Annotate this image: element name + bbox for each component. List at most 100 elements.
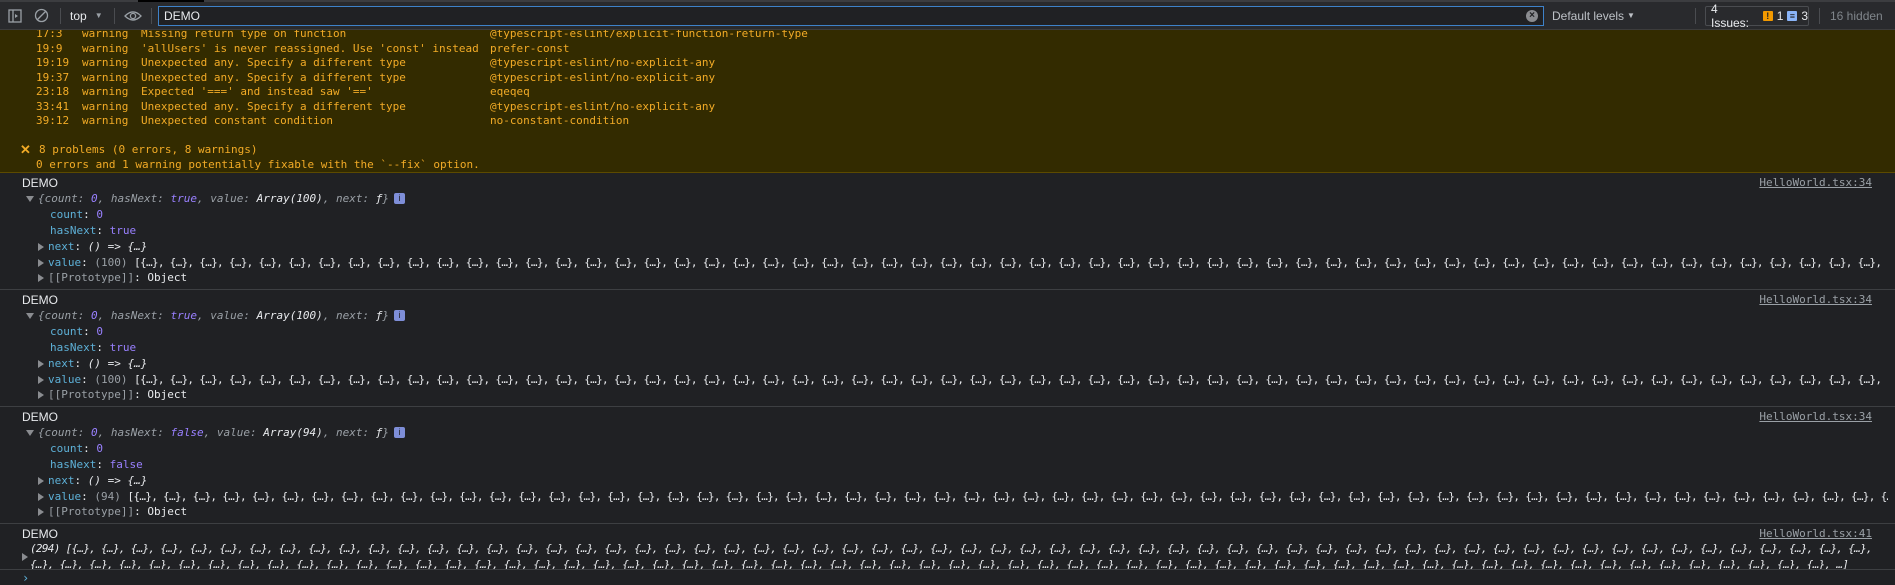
source-link[interactable]: HelloWorld.tsx:34 [1759, 175, 1872, 191]
console-message: DEMO HelloWorld.tsx:34 {count: 0, hasNext:… [0, 290, 1895, 407]
lint-level: warning [82, 85, 129, 98]
expanded-triangle-icon[interactable] [26, 429, 34, 436]
divider [151, 8, 152, 24]
lint-message: 'allUsers' is never reassigned. Use 'con… [141, 41, 479, 55]
lint-message: Unexpected constant condition [141, 114, 334, 127]
context-selector[interactable]: top ▼ [70, 2, 103, 29]
console-prompt-icon[interactable]: › [22, 571, 29, 585]
property-hasnext: hasNext: true [50, 340, 137, 354]
collapsed-triangle-icon[interactable] [38, 508, 44, 517]
error-x-icon: ✕ [20, 142, 31, 157]
lint-level: warning [82, 114, 129, 127]
preview-value: Array(94) [263, 425, 323, 439]
sidebar-toggle-icon[interactable] [8, 2, 22, 29]
source-link[interactable]: HelloWorld.tsx:34 [1759, 409, 1872, 425]
property-next[interactable]: next: () => {…} [38, 356, 147, 372]
collapsed-triangle-icon[interactable] [38, 476, 44, 485]
collapsed-triangle-icon[interactable] [38, 492, 44, 501]
property-hasnext: hasNext: true [50, 223, 137, 237]
property-value[interactable]: value: (100) [{…}, {…}, {…}, {…}, {…}, {… [38, 255, 1888, 271]
property-prototype[interactable]: [[Prototype]]: Object [38, 504, 187, 520]
lint-level: warning [82, 56, 129, 69]
property-value[interactable]: value: (94) [{…}, {…}, {…}, {…}, {…}, {…… [38, 489, 1888, 505]
chevron-down-icon: ▼ [1627, 11, 1635, 20]
collapsed-triangle-icon[interactable] [38, 359, 44, 368]
source-link[interactable]: HelloWorld.tsx:34 [1759, 292, 1872, 308]
preview-hasnext: false [170, 425, 204, 439]
lint-position: 19:9 [36, 41, 63, 55]
property-prototype[interactable]: [[Prototype]]: Object [38, 270, 187, 286]
message-label: DEMO [22, 293, 58, 307]
clear-console-icon[interactable] [34, 2, 49, 29]
chevron-down-icon: ▼ [94, 11, 103, 20]
tab-indicator [138, 0, 204, 2]
preview-value: Array(100) [256, 308, 323, 322]
warning-issue-count: 1 [1776, 9, 1784, 23]
eslint-warning-message: 17:3 warning Missing return type on functi… [0, 26, 1895, 173]
filter-input-box[interactable]: × [158, 6, 1544, 26]
hidden-count: 16 hidden [1830, 8, 1883, 23]
object-preview[interactable]: {count: 0, hasNext: false, value: Array(… [26, 425, 406, 441]
lint-rule: prefer-const [490, 41, 570, 55]
expanded-triangle-icon[interactable] [26, 195, 34, 202]
lint-fixable: 0 errors and 1 warning potentially fixab… [36, 157, 480, 171]
preview-count: 0 [90, 191, 98, 205]
console-message: DEMO HelloWorld.tsx:41 (294) [{…}, {…}, {…… [0, 524, 1895, 570]
collapsed-triangle-icon[interactable] [22, 553, 28, 561]
log-levels-dropdown[interactable]: Default levels ▼ [1552, 2, 1635, 29]
preview-hasnext: true [170, 191, 197, 205]
lint-level: warning [82, 41, 129, 55]
issues-button[interactable]: 4 Issues: ! 1 ≡ 3 [1705, 2, 1809, 30]
lint-message: Unexpected any. Specify a different type [141, 99, 406, 113]
preview-value: Array(100) [256, 191, 323, 205]
lint-position: 19:19 [36, 56, 70, 69]
collapsed-triangle-icon[interactable] [38, 375, 44, 384]
lint-position: 39:12 [36, 114, 70, 127]
lint-message: Unexpected any. Specify a different type [141, 70, 406, 84]
lint-level: warning [82, 99, 129, 113]
divider [60, 8, 61, 24]
lint-rule: eqeqeq [490, 85, 530, 98]
info-icon[interactable]: i [394, 310, 406, 322]
property-count: count: 0 [50, 441, 103, 455]
lint-position: 19:37 [36, 70, 70, 84]
lint-message: Expected '===' and instead saw '==' [141, 85, 373, 98]
divider [1819, 8, 1820, 24]
collapsed-triangle-icon[interactable] [38, 391, 44, 400]
property-hasnext: hasNext: false [50, 457, 143, 471]
filter-input[interactable] [164, 9, 1504, 23]
info-icon[interactable]: i [394, 427, 406, 439]
array-preview-line[interactable]: {…}, {…}, {…}, {…}, {…}, {…}, {…}, {…}, … [30, 557, 1880, 569]
info-issue-icon: ≡ [1787, 11, 1798, 21]
issues-label: 4 Issues: [1711, 2, 1750, 30]
lint-summary-text: 8 problems (0 errors, 8 warnings) [39, 143, 258, 156]
preview-hasnext: true [170, 308, 197, 322]
array-preview-line[interactable]: (294) [{…}, {…}, {…}, {…}, {…}, {…}, {…}… [30, 541, 1880, 557]
property-prototype[interactable]: [[Prototype]]: Object [38, 387, 187, 403]
lint-level: warning [82, 70, 129, 84]
property-next[interactable]: next: () => {…} [38, 473, 147, 489]
lint-message: Unexpected any. Specify a different type [141, 56, 406, 69]
collapsed-triangle-icon[interactable] [38, 242, 44, 251]
object-preview[interactable]: {count: 0, hasNext: true, value: Array(1… [26, 191, 406, 207]
info-issue-count: 3 [1801, 9, 1808, 23]
property-count: count: 0 [50, 207, 103, 221]
property-count: count: 0 [50, 324, 103, 338]
expanded-triangle-icon[interactable] [26, 312, 34, 319]
object-preview[interactable]: {count: 0, hasNext: true, value: Array(1… [26, 308, 406, 324]
preview-count: 0 [90, 308, 98, 322]
lint-rule: @typescript-eslint/no-explicit-any [490, 56, 716, 69]
message-label: DEMO [22, 410, 58, 424]
divider [1695, 8, 1696, 24]
property-value[interactable]: value: (100) [{…}, {…}, {…}, {…}, {…}, {… [38, 372, 1888, 388]
collapsed-triangle-icon[interactable] [38, 274, 44, 283]
lint-position: 23:18 [36, 85, 70, 98]
message-label: DEMO [22, 527, 58, 541]
info-icon[interactable]: i [394, 193, 406, 205]
clear-filter-icon[interactable]: × [1526, 10, 1538, 22]
live-expression-eye-icon[interactable] [124, 2, 142, 29]
collapsed-triangle-icon[interactable] [38, 258, 44, 267]
source-link[interactable]: HelloWorld.tsx:41 [1759, 526, 1872, 542]
lint-rule: no-constant-condition [490, 114, 630, 127]
property-next[interactable]: next: () => {…} [38, 239, 147, 255]
